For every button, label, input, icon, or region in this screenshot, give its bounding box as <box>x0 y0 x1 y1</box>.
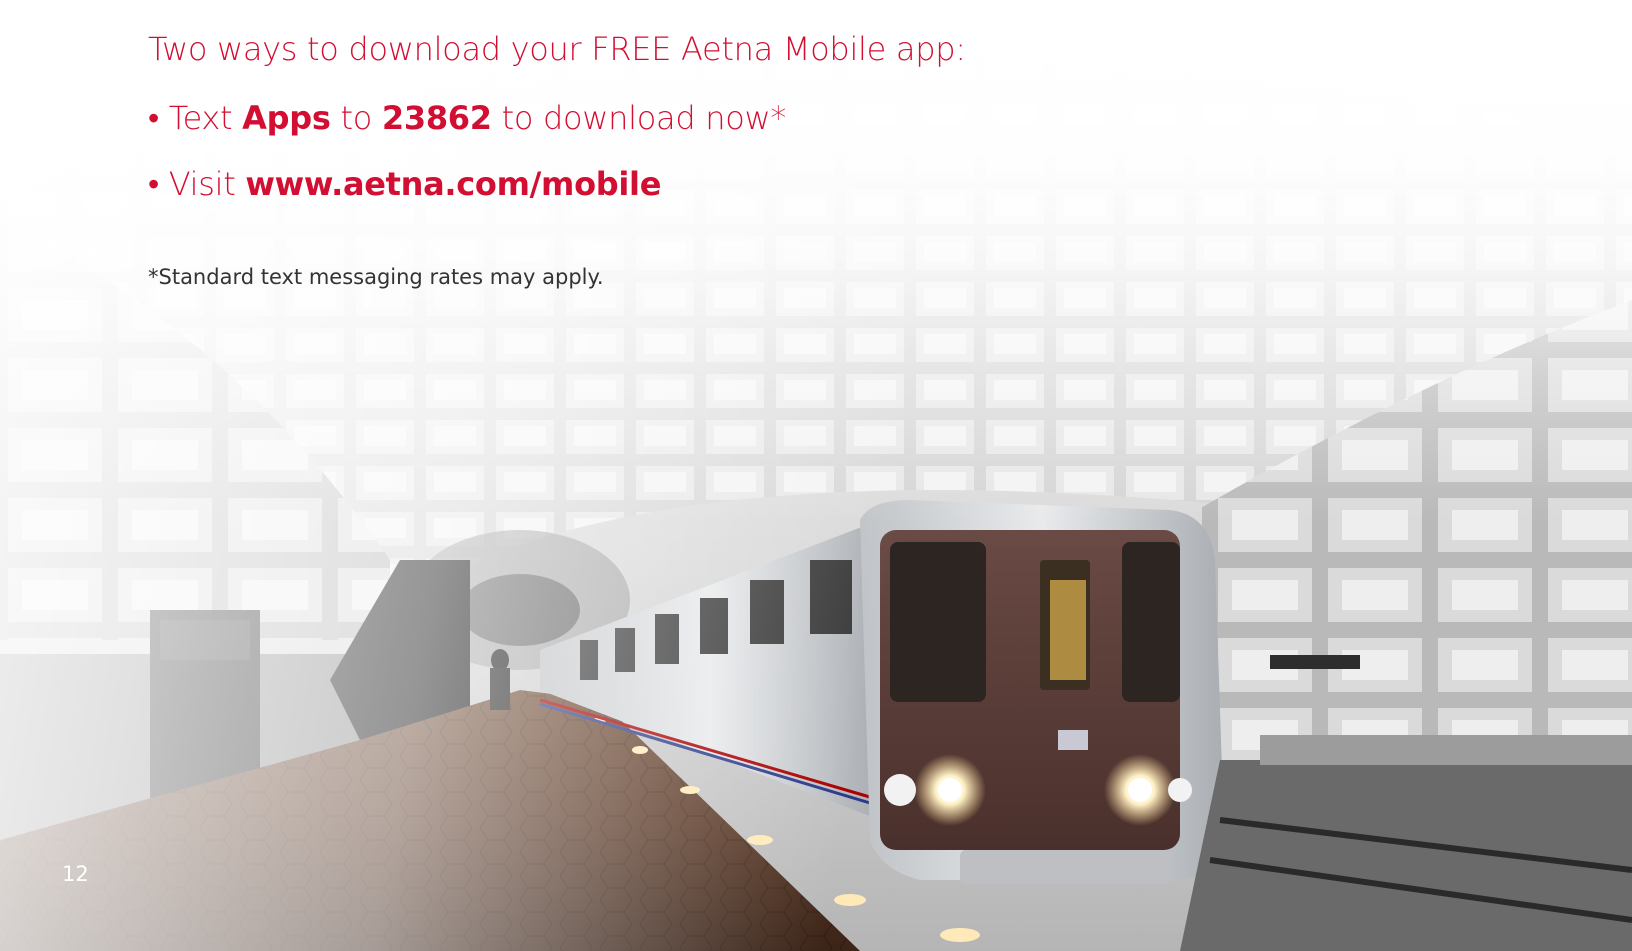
page-number: 12 <box>62 862 89 886</box>
text-prefix: • Text <box>148 99 243 137</box>
mobile-url-link[interactable]: www.aetna.com/mobile <box>245 165 661 203</box>
text-to: to <box>330 99 382 137</box>
visit-url-bullet: • Visit www.aetna.com/mobile <box>148 165 661 203</box>
visit-prefix: • Visit <box>148 165 246 203</box>
text-keyword: Apps <box>242 99 331 137</box>
footnote: *Standard text messaging rates may apply… <box>148 265 604 289</box>
download-intro: Two ways to download your FREE Aetna Mob… <box>148 30 966 68</box>
brochure-page: Two ways to download your FREE Aetna Mob… <box>0 0 1632 951</box>
text-apps-bullet: • Text Apps to 23862 to download now* <box>148 99 786 137</box>
metro-station-photo <box>0 0 1632 951</box>
text-number: 23862 <box>381 99 492 137</box>
text-suffix: to download now* <box>491 99 787 137</box>
